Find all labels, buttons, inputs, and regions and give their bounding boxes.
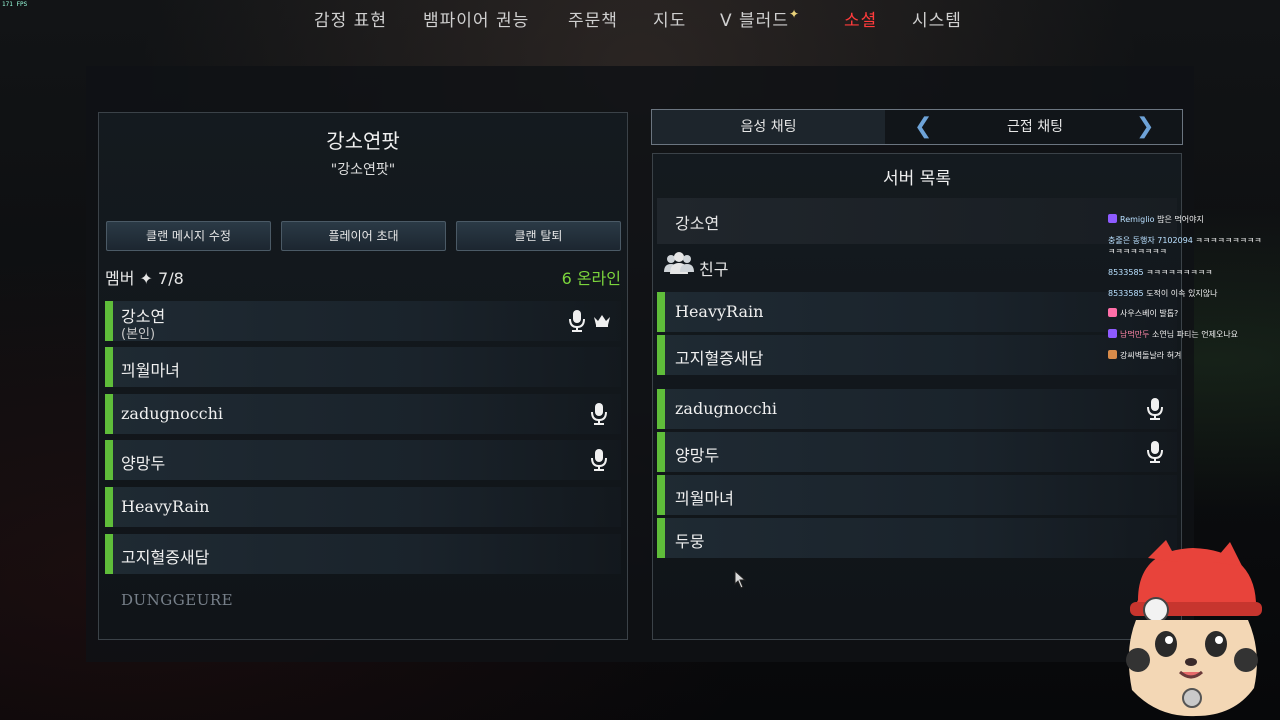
- server-player-row[interactable]: 양망두: [657, 432, 1177, 472]
- chat-nick: Remiglio: [1120, 215, 1155, 224]
- chat-text: 소연님 파티는 언제오나요: [1152, 330, 1239, 339]
- player-name: 고지혈증새담: [675, 349, 764, 368]
- tab-v-blood-label: V 블러드: [720, 11, 789, 31]
- chat-mode-switch: 음성 채팅 ❮ 근접 채팅 ❯: [651, 109, 1183, 145]
- tab-emotes[interactable]: 감정 표현: [314, 6, 387, 31]
- leave-clan-button[interactable]: 클랜 탈퇴: [456, 221, 621, 251]
- tab-system[interactable]: 시스템: [912, 6, 962, 31]
- clan-member-row[interactable]: zadugnocchi: [105, 394, 621, 434]
- chat-text: 도적이 이속 있지않나: [1146, 289, 1218, 298]
- server-player-row[interactable]: 두뭉: [657, 518, 1177, 558]
- online-indicator: [657, 518, 665, 558]
- tab-spellbook[interactable]: 주문책: [568, 6, 618, 31]
- server-friend-row[interactable]: HeavyRain: [657, 292, 1177, 332]
- emote-badge-icon: [1108, 350, 1117, 359]
- edit-clan-message-button[interactable]: 클랜 메시지 수정: [106, 221, 271, 251]
- player-name: 끠월마녀: [675, 489, 734, 508]
- player-name: 두뭉: [675, 532, 705, 551]
- chat-line: 8533585 ㅋㅋㅋㅋㅋㅋㅋㅋㅋ: [1108, 267, 1212, 278]
- chat-text: 강씨벽돌날라 혀겨: [1120, 351, 1182, 360]
- heart-badge-icon: [1108, 308, 1117, 317]
- clan-name: 강소연팟: [326, 129, 400, 153]
- server-list-title: 서버 목록: [883, 169, 951, 189]
- self-name: 강소연: [675, 214, 720, 233]
- online-indicator: [105, 534, 113, 574]
- microphone-icon: [591, 403, 607, 425]
- chat-text: 사우스베이 발톱?: [1120, 309, 1179, 318]
- member-name: HeavyRain: [121, 497, 210, 516]
- tab-map[interactable]: 지도: [653, 6, 686, 31]
- online-indicator: [105, 394, 113, 434]
- chat-line: 사우스베이 발톱?: [1108, 308, 1178, 319]
- online-indicator: [105, 347, 113, 387]
- online-indicator: [657, 292, 665, 332]
- chat-nick: 충줄은 동행자 7102094: [1108, 236, 1193, 245]
- chat-line: Remiglio 밥은 먹어야지: [1108, 214, 1204, 225]
- chat-line: 충줄은 동행자 7102094 ㅋㅋㅋㅋㅋㅋㅋㅋㅋ ㅋㅋㅋㅋㅋㅋㅋㅋ: [1108, 235, 1270, 257]
- subscriber-badge-icon: [1108, 329, 1117, 338]
- member-name: 고지혈증새담: [121, 548, 210, 567]
- chat-nick: 8533585: [1108, 268, 1144, 277]
- tab-social[interactable]: 소셜: [844, 6, 877, 31]
- server-player-row[interactable]: 끠월마녀: [657, 475, 1177, 515]
- chat-line: 남먹만두 소연님 파티는 언제오나요: [1108, 329, 1238, 340]
- chat-nick: 남먹만두: [1120, 330, 1150, 339]
- chat-line: 강씨벽돌날라 혀겨: [1108, 350, 1181, 361]
- chat-text: 밥은 먹어야지: [1157, 215, 1204, 224]
- server-self-row[interactable]: 강소연: [657, 198, 1177, 244]
- member-name: zadugnocchi: [121, 404, 224, 423]
- proximity-chat-option[interactable]: 근접 채팅: [952, 110, 1118, 144]
- members-count: 멤버 ✦ 7/8: [105, 269, 184, 288]
- online-indicator: [657, 475, 665, 515]
- chevron-left-icon[interactable]: ❮: [914, 114, 932, 140]
- online-indicator: [105, 440, 113, 480]
- clan-member-row[interactable]: 양망두: [105, 440, 621, 480]
- server-friend-row[interactable]: 고지혈증새담: [657, 335, 1177, 375]
- server-player-row[interactable]: zadugnocchi: [657, 389, 1177, 429]
- online-indicator: [657, 432, 665, 472]
- server-list-panel: 서버 목록 강소연 친구 HeavyRain 고지혈증새담 zadugnocch…: [652, 153, 1182, 640]
- streamer-mascot-avatar: [1126, 540, 1262, 717]
- tab-vampire-powers[interactable]: 뱀파이어 권능: [423, 6, 529, 31]
- microphone-icon: [569, 310, 585, 332]
- online-indicator: [657, 335, 665, 375]
- clan-member-row[interactable]: 강소연 (본인): [105, 301, 621, 342]
- crown-icon: [594, 315, 610, 327]
- voice-chat-option[interactable]: 음성 채팅: [652, 110, 885, 144]
- player-name: HeavyRain: [675, 302, 764, 321]
- member-name: 양망두: [121, 454, 166, 473]
- online-indicator: [105, 487, 113, 527]
- friends-icon: [664, 252, 694, 274]
- chat-line: 8533585 도적이 이속 있지않나: [1108, 288, 1218, 299]
- chat-text: ㅋㅋㅋㅋㅋㅋㅋㅋㅋ: [1146, 268, 1213, 277]
- clan-panel: 강소연팟 "강소연팟" 클랜 메시지 수정 플레이어 초대 클랜 탈퇴 멤버 ✦…: [98, 112, 628, 640]
- online-count: 6 온라인: [561, 269, 621, 288]
- clan-member-row[interactable]: 고지혈증새담: [105, 534, 621, 574]
- top-navigation: 감정 표현 뱀파이어 권능 주문책 지도 V 블러드✦ 소셜 시스템: [0, 0, 1280, 34]
- mouse-cursor-icon: [734, 570, 747, 589]
- microphone-icon: [591, 449, 607, 471]
- chat-nick: 8533585: [1108, 289, 1144, 298]
- member-name: 끠월마녀: [121, 361, 180, 380]
- player-name: zadugnocchi: [675, 399, 778, 418]
- friends-label: 친구: [699, 260, 729, 279]
- player-name: 양망두: [675, 446, 720, 465]
- microphone-icon: [1147, 398, 1163, 420]
- clan-member-row[interactable]: HeavyRain: [105, 487, 621, 527]
- chevron-right-icon[interactable]: ❯: [1136, 114, 1154, 140]
- sparkle-icon: ✦: [788, 7, 801, 21]
- clan-member-row[interactable]: 끠월마녀: [105, 347, 621, 387]
- clan-message: "강소연팟": [330, 162, 396, 178]
- offline-member-name[interactable]: DUNGGEURE: [121, 591, 233, 609]
- online-indicator: [657, 389, 665, 429]
- microphone-icon: [1147, 441, 1163, 463]
- member-self-label: (본인): [121, 327, 156, 342]
- subscriber-badge-icon: [1108, 214, 1117, 223]
- tab-v-blood[interactable]: V 블러드✦: [720, 6, 800, 31]
- online-indicator: [105, 301, 113, 341]
- invite-player-button[interactable]: 플레이어 초대: [281, 221, 446, 251]
